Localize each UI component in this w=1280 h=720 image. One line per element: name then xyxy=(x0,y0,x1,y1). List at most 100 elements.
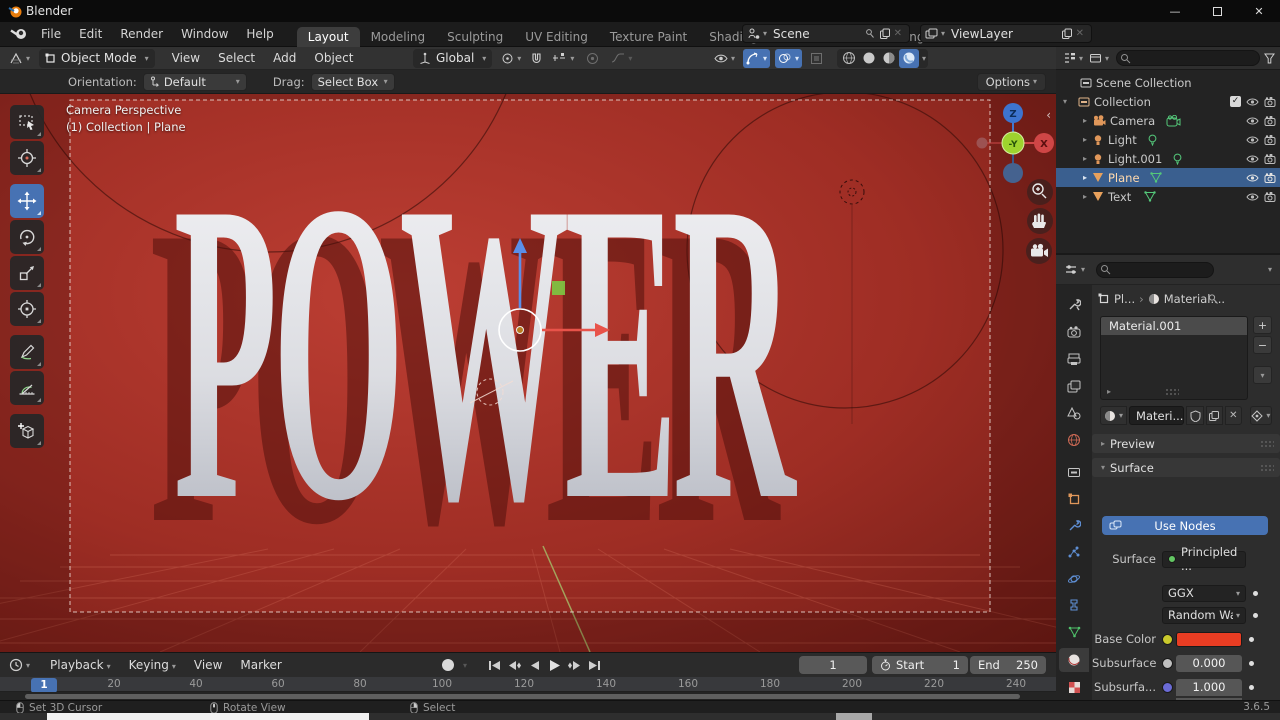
blender-menu-logo-icon[interactable] xyxy=(10,27,28,41)
value-socket-icon[interactable] xyxy=(1162,657,1173,669)
marker-menu[interactable]: Marker xyxy=(231,658,290,672)
frame-start-field[interactable]: Start 1 xyxy=(872,656,968,674)
new-viewlayer-icon[interactable] xyxy=(1061,28,1073,40)
workspace-tab[interactable]: Texture Paint xyxy=(599,27,698,47)
frame-end-field[interactable]: End 250 xyxy=(970,656,1046,674)
properties-editor-type-dropdown[interactable]: ▾ xyxy=(1061,260,1088,279)
keyframe-dot[interactable] xyxy=(1249,684,1254,690)
expand-icon[interactable]: ▸ xyxy=(1080,154,1090,163)
shading-rendered-button[interactable] xyxy=(898,48,919,68)
scene-selector[interactable]: ▾ Scene ✕ xyxy=(742,24,910,43)
outliner-display-mode-dropdown[interactable]: ▾ xyxy=(1060,49,1086,68)
playback-menu[interactable]: Playback ▾ xyxy=(41,658,120,672)
zoom-button[interactable] xyxy=(1027,179,1053,205)
fake-user-button[interactable] xyxy=(1186,406,1204,425)
keyframe-dot[interactable] xyxy=(1249,660,1254,666)
keying-menu[interactable]: Keying ▾ xyxy=(120,658,185,672)
view-menu[interactable]: View xyxy=(163,51,209,65)
keyframe-dot[interactable] xyxy=(1253,612,1258,618)
tool-cursor[interactable] xyxy=(10,141,44,175)
tab-modifiers[interactable] xyxy=(1059,514,1089,538)
hide-eye-icon[interactable] xyxy=(1246,116,1259,126)
select-menu[interactable]: Select xyxy=(209,51,264,65)
tab-tool[interactable] xyxy=(1059,293,1089,317)
maximize-button[interactable] xyxy=(1196,0,1238,22)
surface-shader-dropdown[interactable]: Principled ... xyxy=(1162,545,1246,573)
tool-transform[interactable] xyxy=(10,292,44,326)
workspace-tab[interactable]: Layout xyxy=(296,26,360,47)
proportional-falloff-dropdown[interactable]: ▾ xyxy=(608,49,635,68)
tab-physics[interactable] xyxy=(1059,567,1089,591)
object-menu[interactable]: Object xyxy=(305,51,362,65)
node-tree-dropdown[interactable]: ▾ xyxy=(1249,406,1272,425)
proportional-editing-toggle[interactable] xyxy=(583,49,602,68)
tool-measure[interactable] xyxy=(10,371,44,405)
tab-collection[interactable] xyxy=(1059,460,1089,484)
jump-to-start-button[interactable] xyxy=(486,657,503,673)
options-button[interactable]: Options ▾ xyxy=(976,72,1046,91)
next-keyframe-button[interactable] xyxy=(566,657,583,673)
render-visibility-icon[interactable] xyxy=(1264,191,1276,202)
tab-material[interactable] xyxy=(1059,648,1089,672)
snap-magnet-icon[interactable] xyxy=(530,51,543,65)
shading-wireframe-button[interactable] xyxy=(839,49,859,68)
material-slot-active[interactable]: Material.001 xyxy=(1101,317,1247,335)
scene-text[interactable]: POWER xyxy=(174,113,803,589)
workspace-tab[interactable]: Sculpting xyxy=(436,27,514,47)
gizmo-minus-z-axis[interactable] xyxy=(1003,163,1023,183)
tool-scale[interactable] xyxy=(10,256,44,290)
distribution-dropdown[interactable]: GGX ▾ xyxy=(1162,584,1246,602)
tool-rotate[interactable] xyxy=(10,220,44,254)
base-color-swatch[interactable] xyxy=(1176,631,1242,647)
pivot-point-dropdown[interactable]: ▾ xyxy=(498,49,524,68)
new-material-button[interactable] xyxy=(1205,406,1223,425)
render-visibility-icon[interactable] xyxy=(1264,134,1276,145)
orientation-setting-dropdown[interactable]: Default ▾ xyxy=(142,72,247,91)
add-slot-button[interactable]: + xyxy=(1253,316,1272,334)
hide-eye-icon[interactable] xyxy=(1246,97,1259,107)
play-button[interactable] xyxy=(546,657,563,673)
shading-solid-button[interactable] xyxy=(859,49,879,68)
radius-x-field[interactable]: 1.000 xyxy=(1176,678,1242,696)
minimize-button[interactable]: — xyxy=(1154,0,1196,22)
viewlayer-selector[interactable]: ▾ ViewLayer ✕ xyxy=(920,24,1092,43)
viewlayer-name[interactable]: ViewLayer xyxy=(945,27,1061,41)
breadcrumb-object[interactable]: Pl... xyxy=(1114,292,1135,306)
prev-keyframe-button[interactable] xyxy=(506,657,523,673)
properties-search-input[interactable] xyxy=(1114,263,1214,276)
menu-item[interactable]: Edit xyxy=(70,22,111,46)
tool-move[interactable] xyxy=(10,184,44,218)
expand-icon[interactable]: ▸ xyxy=(1080,116,1090,125)
playhead-current-frame[interactable]: 1 xyxy=(31,678,57,693)
snap-target-dropdown[interactable]: ▾ xyxy=(549,49,577,68)
collection-checkbox[interactable]: ✓ xyxy=(1230,96,1241,107)
expand-icon[interactable]: ▾ xyxy=(1060,97,1070,106)
menu-item[interactable]: File xyxy=(32,22,70,46)
add-menu[interactable]: Add xyxy=(264,51,305,65)
material-name-field[interactable]: Materi... xyxy=(1129,406,1185,425)
menu-item[interactable]: Window xyxy=(172,22,237,46)
browse-material-dropdown[interactable]: ▾ xyxy=(1100,406,1128,425)
tab-scene[interactable] xyxy=(1059,401,1089,425)
tab-view-layer[interactable] xyxy=(1059,374,1089,398)
viewport-3d[interactable]: POWER POWER Z X -Y Camera Perspective (1… xyxy=(0,94,1056,652)
outliner-row-plane[interactable]: ▸ Plane xyxy=(1056,168,1280,187)
render-visibility-icon[interactable] xyxy=(1264,153,1276,164)
tab-output[interactable] xyxy=(1059,347,1089,371)
preview-panel-header[interactable]: ▸ Preview xyxy=(1092,434,1280,453)
slot-specials-button[interactable]: ▾ xyxy=(1253,366,1272,384)
show-gizmo-visibility-dropdown[interactable]: ▾ xyxy=(711,49,738,68)
tab-particles[interactable] xyxy=(1059,540,1089,564)
timeline-ruler[interactable]: 20 40 60 80 100 120 140 160 180 200 220 240 xyxy=(0,677,1056,692)
resize-grip[interactable] xyxy=(1165,388,1179,396)
filter-funnel-icon[interactable] xyxy=(1264,53,1275,64)
current-frame-field[interactable]: 1 xyxy=(799,656,867,674)
transform-orientation-dropdown[interactable]: Global ▾ xyxy=(413,48,493,68)
vector-socket-icon[interactable] xyxy=(1162,681,1173,693)
material-slot-list[interactable]: Material.001 ▸ xyxy=(1100,316,1248,400)
hide-eye-icon[interactable] xyxy=(1246,192,1259,202)
menu-item[interactable]: Help xyxy=(237,22,282,46)
outliner-row-light-001[interactable]: ▸ Light.001 xyxy=(1056,149,1280,168)
editor-type-dropdown[interactable]: ▾ xyxy=(6,49,33,68)
hide-eye-icon[interactable] xyxy=(1246,173,1259,183)
